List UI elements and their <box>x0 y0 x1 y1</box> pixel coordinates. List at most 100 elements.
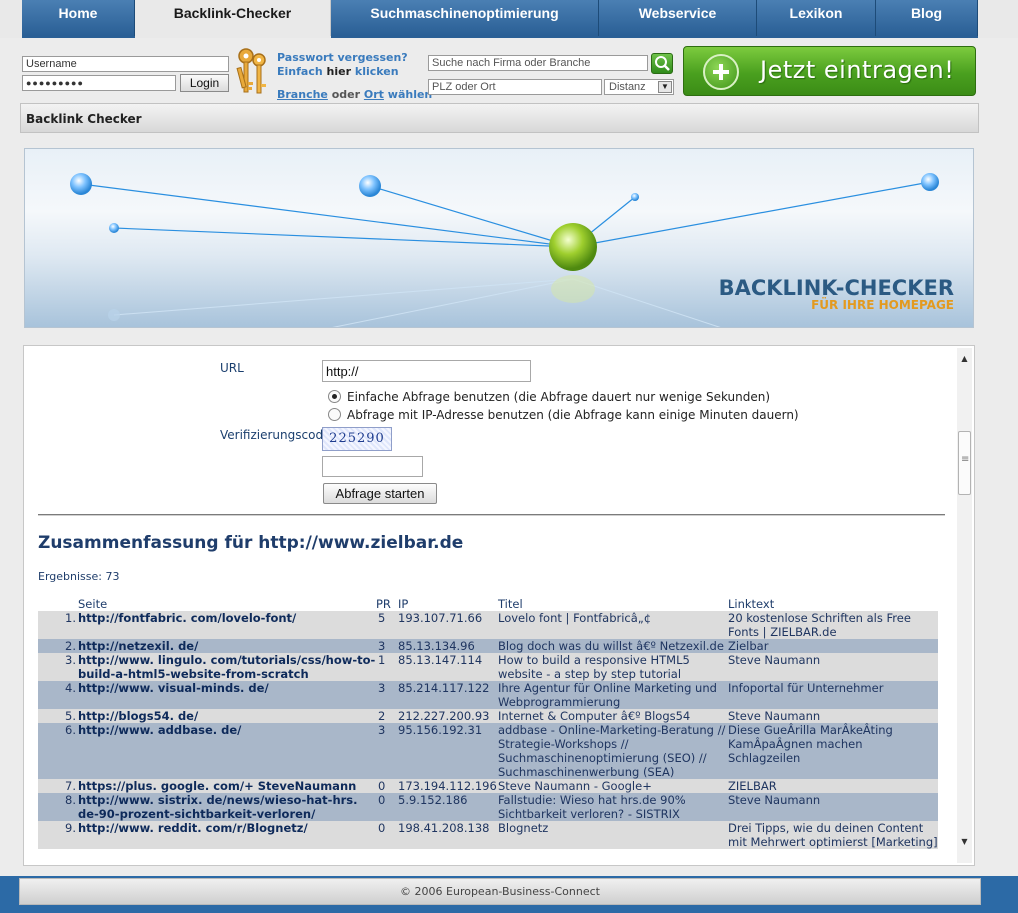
start-query-button[interactable]: Abfrage starten <box>323 483 437 504</box>
table-row: 4. http://www. visual-minds. de/3 85.214.1… <box>38 681 938 709</box>
row-number: 2. <box>38 639 78 653</box>
row-site-link[interactable]: http://www. lingulo. com/tutorials/css/h… <box>78 653 376 681</box>
row-pagerank: 2 <box>376 709 398 723</box>
row-linktext: Drei Tipps, wie du deinen Content mit Me… <box>728 821 938 849</box>
row-pagerank: 3 <box>376 681 398 709</box>
row-site-link[interactable]: http://www. visual-minds. de/ <box>78 681 376 709</box>
header-site: Seite <box>78 597 376 611</box>
table-row: 2. http://netzexil. de/3 85.13.134.96 Blog … <box>38 639 938 653</box>
header-pr: PR <box>376 597 398 611</box>
header-ip: IP <box>398 597 498 611</box>
header-num <box>38 597 78 611</box>
url-label: URL <box>220 361 244 375</box>
verification-code-input[interactable] <box>322 456 423 477</box>
row-title: Ihre Agentur für Online Marketing und We… <box>498 681 728 709</box>
plus-icon <box>703 54 739 90</box>
forgot-password-link[interactable]: Passwort vergessen? <box>277 51 408 64</box>
tab-home[interactable]: Home <box>22 0 135 36</box>
simple-query-label: Einfache Abfrage benutzen (die Abfrage d… <box>347 390 771 404</box>
top-navigation: Home Backlink-Checker Suchmaschinenoptim… <box>0 0 1018 38</box>
row-ip: 193.107.71.66 <box>398 611 498 639</box>
table-row: 3. http://www. lingulo. com/tutorials/css… <box>38 653 938 681</box>
url-input[interactable]: http:// <box>322 360 531 382</box>
simple-query-radio[interactable] <box>328 390 341 403</box>
username-field[interactable]: Username <box>22 56 229 72</box>
location-input[interactable]: PLZ oder Ort <box>428 79 602 95</box>
row-pagerank: 1 <box>376 653 398 681</box>
captcha-image: 225290 <box>322 427 392 451</box>
row-site-link[interactable]: http://www. reddit. com/r/Blognetz/ <box>78 821 376 849</box>
row-linktext: ZIELBAR <box>728 779 938 793</box>
row-pagerank: 3 <box>376 639 398 653</box>
register-cta-button[interactable]: Jetzt eintragen! <box>683 46 976 96</box>
row-linktext: Zielbar <box>728 639 938 653</box>
results-table: Seite PR IP Titel Linktext 1. http://font… <box>38 597 938 849</box>
scrollbar-thumb[interactable] <box>958 431 971 495</box>
row-ip: 173.194.112.196 <box>398 779 498 793</box>
backlink-banner: BACKLINK-CHECKER FÜR IHRE HOMEPAGE <box>24 148 974 328</box>
row-site-link[interactable]: http://www. sistrix. de/news/wieso-hat-h… <box>78 793 376 821</box>
tab-backlink-checker[interactable]: Backlink-Checker <box>135 0 331 36</box>
row-pagerank: 0 <box>376 821 398 849</box>
row-ip: 95.156.192.31 <box>398 723 498 779</box>
row-site-link[interactable]: https://plus. google. com/+ SteveNaumann <box>78 779 376 793</box>
scroll-down-icon[interactable]: ▼ <box>957 835 972 849</box>
table-row: 1. http://fontfabric. com/lovelo-font/5 19… <box>38 611 938 639</box>
row-ip: 198.41.208.138 <box>398 821 498 849</box>
header-linktext: Linktext <box>728 597 938 611</box>
table-row: 9. http://www. reddit. com/r/Blognetz/0 19… <box>38 821 938 849</box>
row-linktext: 20 kostenlose Schriften als Free Fonts |… <box>728 611 938 639</box>
scroll-up-icon[interactable]: ▲ <box>957 352 972 366</box>
row-number: 8. <box>38 793 78 821</box>
distance-select[interactable]: Distanz ▼ <box>604 79 674 95</box>
forgot-hint-text: Einfach <box>277 65 323 78</box>
row-linktext: Steve Naumann <box>728 709 938 723</box>
tab-blog[interactable]: Blog <box>876 0 978 36</box>
distance-value: Distanz <box>609 81 646 93</box>
row-number: 7. <box>38 779 78 793</box>
search-icon <box>655 56 670 71</box>
content-panel: URL http:// Einfache Abfrage benutzen (d… <box>23 345 975 866</box>
password-field[interactable]: ●●●●●●●●● <box>22 75 176 91</box>
tab-webservice[interactable]: Webservice <box>599 0 757 36</box>
row-pagerank: 5 <box>376 611 398 639</box>
tab-suchmaschinenoptimierung[interactable]: Suchmaschinenoptimierung <box>331 0 599 36</box>
row-title: addbase - Online-Marketing-Beratung // S… <box>498 723 728 779</box>
row-title: Lovelo font | Fontfabricâ„¢ <box>498 611 728 639</box>
page-title-bar: Backlink Checker <box>20 103 979 133</box>
login-button[interactable]: Login <box>180 74 229 92</box>
search-button[interactable] <box>651 53 673 74</box>
row-site-link[interactable]: http://fontfabric. com/lovelo-font/ <box>78 611 376 639</box>
row-linktext: Steve Naumann <box>728 793 938 821</box>
branch-choose-text: wählen <box>387 88 433 101</box>
keys-icon <box>236 48 266 94</box>
header-title: Titel <box>498 597 728 611</box>
row-pagerank: 3 <box>376 723 398 779</box>
row-site-link[interactable]: http://netzexil. de/ <box>78 639 376 653</box>
row-number: 9. <box>38 821 78 849</box>
row-site-link[interactable]: http://blogs54. de/ <box>78 709 376 723</box>
company-search-input[interactable]: Suche nach Firma oder Branche <box>428 55 648 71</box>
footer: © 2006 European-Business-Connect <box>19 878 981 905</box>
row-site-link[interactable]: http://www. addbase. de/ <box>78 723 376 779</box>
banner-title: BACKLINK-CHECKER <box>718 276 954 300</box>
divider <box>38 514 945 516</box>
branch-link[interactable]: Branche <box>277 88 328 101</box>
chevron-down-icon: ▼ <box>658 81 672 93</box>
row-number: 4. <box>38 681 78 709</box>
row-number: 5. <box>38 709 78 723</box>
row-ip: 212.227.200.93 <box>398 709 498 723</box>
vertical-scrollbar[interactable]: ▲ ▼ <box>957 348 972 863</box>
banner-subtitle: FÜR IHRE HOMEPAGE <box>811 298 954 312</box>
table-header-row: Seite PR IP Titel Linktext <box>38 597 938 611</box>
result-count: Ergebnisse: 73 <box>38 570 120 583</box>
cta-label: Jetzt eintragen! <box>760 56 955 84</box>
verification-label: Verifizierungscode <box>220 428 331 442</box>
row-title: Fallstudie: Wieso hat hrs.de 90% Sichtba… <box>498 793 728 821</box>
ip-query-radio[interactable] <box>328 408 341 421</box>
tab-lexikon[interactable]: Lexikon <box>757 0 876 36</box>
location-link[interactable]: Ort <box>364 88 384 101</box>
nav-underline <box>331 36 978 38</box>
forgot-hint-here-link[interactable]: hier <box>327 65 352 78</box>
row-linktext: Infoportal für Unternehmer <box>728 681 938 709</box>
